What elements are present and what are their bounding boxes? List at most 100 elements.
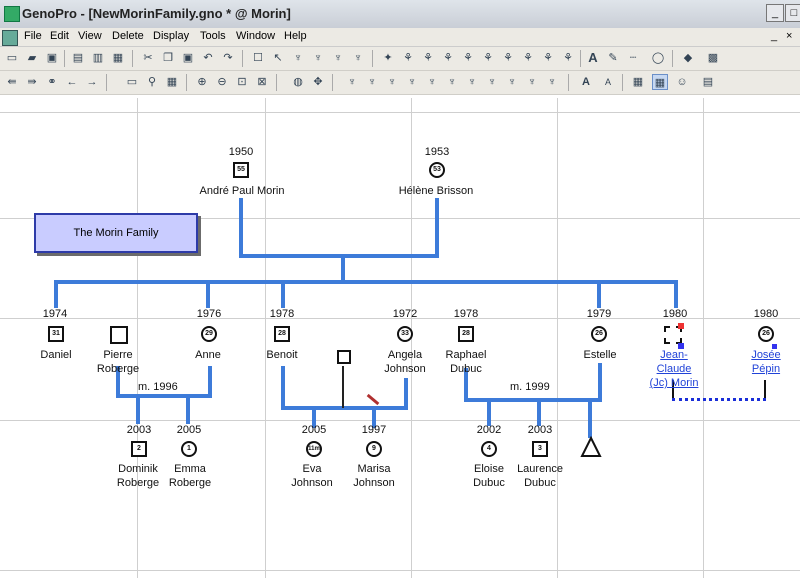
forward-arrow-icon[interactable]: →: [84, 74, 100, 90]
menu-delete[interactable]: Delete: [112, 30, 144, 42]
menu-tools[interactable]: Tools: [200, 30, 226, 42]
person-name-link[interactable]: Jean- Claude (Jc) Morin: [642, 348, 706, 390]
font-larger-icon[interactable]: A: [578, 74, 594, 90]
layout-4-icon[interactable]: ♆: [404, 74, 420, 90]
relation8-icon[interactable]: ⚘: [540, 50, 556, 66]
layout-9-icon[interactable]: ♆: [504, 74, 520, 90]
person-daniel-male-symbol[interactable]: 31: [48, 326, 64, 342]
person-helene-female-symbol[interactable]: 53: [429, 162, 445, 178]
relation3-icon[interactable]: ⚘: [440, 50, 456, 66]
pen-icon[interactable]: ✎: [605, 50, 621, 66]
minimize-button[interactable]: _: [766, 4, 784, 22]
redo-icon[interactable]: ↷: [220, 50, 236, 66]
grid-icon[interactable]: ▦: [630, 74, 646, 90]
back-arrow-icon[interactable]: ←: [64, 74, 80, 90]
menu-edit[interactable]: Edit: [50, 30, 69, 42]
person-josee-female-symbol[interactable]: 26: [758, 326, 774, 342]
find-icon[interactable]: ⚲: [144, 74, 160, 90]
document-icon[interactable]: [2, 30, 18, 46]
menu-help[interactable]: Help: [284, 30, 307, 42]
save-icon[interactable]: ▣: [44, 50, 60, 66]
descendant-tool-icon[interactable]: ♆: [350, 50, 366, 66]
menu-window[interactable]: Window: [236, 30, 275, 42]
family-label-box[interactable]: The Morin Family: [34, 213, 198, 253]
open-folder-icon[interactable]: ▰: [24, 50, 40, 66]
person-name-link[interactable]: Josée Pépin: [742, 348, 790, 376]
layout-1-icon[interactable]: ♆: [344, 74, 360, 90]
ellipse-icon[interactable]: ◯: [650, 50, 666, 66]
menu-file[interactable]: File: [24, 30, 42, 42]
new-file-icon[interactable]: ▭: [4, 50, 20, 66]
link-icon[interactable]: ⚭: [44, 74, 60, 90]
layout-3-icon[interactable]: ♆: [384, 74, 400, 90]
person-anne-female-symbol[interactable]: 29: [201, 326, 217, 342]
relation5-icon[interactable]: ⚘: [480, 50, 496, 66]
person-eloise-female-symbol[interactable]: 4: [481, 441, 497, 457]
smiley-icon[interactable]: ☺: [674, 74, 690, 90]
person-andre-male-symbol[interactable]: 55: [233, 162, 249, 178]
color-icon[interactable]: ▩: [705, 50, 721, 66]
page-setup-icon[interactable]: ▥: [90, 50, 106, 66]
properties-icon[interactable]: ▭: [124, 74, 140, 90]
layout-2-icon[interactable]: ♆: [364, 74, 380, 90]
unknown-partner-male-symbol[interactable]: [337, 350, 351, 364]
magic-wand-icon[interactable]: ✦: [380, 50, 396, 66]
table-icon[interactable]: ▦: [164, 74, 180, 90]
person-raphael-male-symbol[interactable]: 28: [458, 326, 474, 342]
relation2-icon[interactable]: ⚘: [420, 50, 436, 66]
move-left-icon[interactable]: ⇚: [4, 74, 20, 90]
print-icon[interactable]: ▦: [110, 50, 126, 66]
relation7-icon[interactable]: ⚘: [520, 50, 536, 66]
globe-icon[interactable]: ◍: [290, 74, 306, 90]
pregnancy-triangle-icon[interactable]: [580, 436, 602, 458]
family-tool-icon[interactable]: ♆: [290, 50, 306, 66]
pointer-icon[interactable]: ↖: [270, 50, 286, 66]
zoom-out-icon[interactable]: ⊖: [214, 74, 230, 90]
mdi-minimize-button[interactable]: _: [771, 30, 777, 42]
print-preview-icon[interactable]: ▤: [70, 50, 86, 66]
pedigree-tool-icon[interactable]: ♆: [330, 50, 346, 66]
person-dominik-male-symbol[interactable]: 2: [131, 441, 147, 457]
zoom-page-icon[interactable]: ⊠: [254, 74, 270, 90]
maximize-button[interactable]: □: [785, 4, 800, 22]
layout-6-icon[interactable]: ♆: [444, 74, 460, 90]
move-icon[interactable]: ✥: [310, 74, 326, 90]
layout-5-icon[interactable]: ♆: [424, 74, 440, 90]
copy-icon[interactable]: ❐: [160, 50, 176, 66]
relation6-icon[interactable]: ⚘: [500, 50, 516, 66]
mdi-close-button[interactable]: ×: [786, 30, 792, 42]
person-angela-female-symbol[interactable]: 33: [397, 326, 413, 342]
move-right-icon[interactable]: ⇛: [24, 74, 40, 90]
fill-icon[interactable]: ◆: [680, 50, 696, 66]
person-benoit-male-symbol[interactable]: 28: [274, 326, 290, 342]
layout-8-icon[interactable]: ♆: [484, 74, 500, 90]
cut-icon[interactable]: ✂: [140, 50, 156, 66]
menu-display[interactable]: Display: [153, 30, 189, 42]
grid-active-icon[interactable]: ▦: [652, 74, 668, 90]
layout-10-icon[interactable]: ♆: [524, 74, 540, 90]
layout-11-icon[interactable]: ♆: [544, 74, 560, 90]
selection-handle[interactable]: [678, 323, 684, 329]
paste-icon[interactable]: ▣: [180, 50, 196, 66]
person-eva-female-symbol[interactable]: 11m: [306, 441, 322, 457]
person-marisa-female-symbol[interactable]: 9: [366, 441, 382, 457]
menu-view[interactable]: View: [78, 30, 102, 42]
zoom-in-icon[interactable]: ⊕: [194, 74, 210, 90]
person-pierre-male-symbol[interactable]: [110, 326, 128, 344]
select-icon[interactable]: ☐: [250, 50, 266, 66]
zoom-fit-icon[interactable]: ⊡: [234, 74, 250, 90]
layout-7-icon[interactable]: ♆: [464, 74, 480, 90]
person-emma-female-symbol[interactable]: 1: [181, 441, 197, 457]
relation4-icon[interactable]: ⚘: [460, 50, 476, 66]
report-icon[interactable]: ▤: [700, 74, 716, 90]
genogram-canvas[interactable]: The Morin Family 1950 55 André Paul Mori…: [0, 98, 800, 578]
font-smaller-icon[interactable]: A: [600, 74, 616, 90]
twins-tool-icon[interactable]: ♆: [310, 50, 326, 66]
undo-icon[interactable]: ↶: [200, 50, 216, 66]
person-estelle-female-symbol[interactable]: 26: [591, 326, 607, 342]
relation-icon[interactable]: ⚘: [400, 50, 416, 66]
person-laurence-male-symbol[interactable]: 3: [532, 441, 548, 457]
text-tool-icon[interactable]: A: [585, 50, 601, 66]
line-style-icon[interactable]: ┄: [625, 50, 641, 66]
relation9-icon[interactable]: ⚘: [560, 50, 576, 66]
